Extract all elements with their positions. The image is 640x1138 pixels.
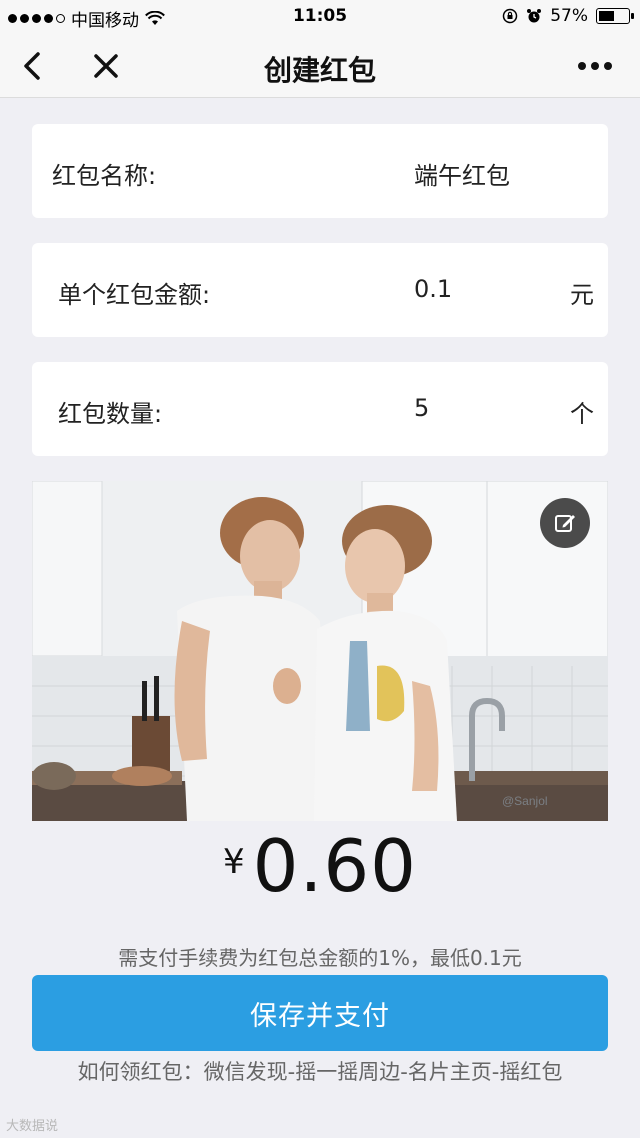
nav-bar: 创建红包 [0, 34, 640, 98]
rotation-lock-icon [502, 8, 518, 24]
edit-icon [555, 515, 575, 532]
name-input[interactable]: 端午红包 [414, 156, 510, 191]
battery-percent: 57% [550, 6, 588, 26]
photo-watermark: @Sanjol [502, 794, 548, 808]
page-title: 创建红包 [263, 54, 376, 87]
name-field[interactable]: 红包名称: 端午红包 [32, 124, 608, 218]
total-value: 0.60 [252, 824, 417, 908]
amount-label: 单个红包金额: [58, 281, 211, 309]
count-input[interactable]: 5 [414, 394, 429, 422]
count-unit: 个 [570, 400, 594, 428]
fee-note: 需支付手续费为红包总金额的1%，最低0.1元 [118, 946, 522, 970]
status-right: 57% [502, 6, 634, 26]
alarm-icon [527, 9, 542, 23]
cover-photo: @Sanjol [32, 481, 608, 821]
name-label: 红包名称: [52, 162, 157, 190]
count-label: 红包数量: [58, 400, 163, 428]
amount-input[interactable]: 0.1 [414, 275, 452, 303]
how-to-receive-note: 如何领红包：微信发现-摇一摇周边-名片主页-摇红包 [77, 1060, 563, 1084]
more-icon[interactable] [578, 62, 612, 70]
edit-cover-button[interactable] [540, 498, 590, 548]
save-and-pay-button[interactable]: 保存并支付 [32, 975, 608, 1051]
status-bar: 中国移动 11:05 57% [0, 0, 640, 34]
cover-image[interactable]: @Sanjol [32, 481, 608, 821]
amount-unit: 元 [570, 281, 594, 309]
currency-symbol: ¥ [223, 842, 245, 882]
count-field[interactable]: 红包数量: 5 个 [32, 362, 608, 456]
amount-field[interactable]: 单个红包金额: 0.1 元 [32, 243, 608, 337]
total-amount: ¥ 0.60 [0, 830, 640, 902]
source-watermark: 大数据说 [6, 1119, 59, 1134]
battery-icon [596, 8, 634, 24]
